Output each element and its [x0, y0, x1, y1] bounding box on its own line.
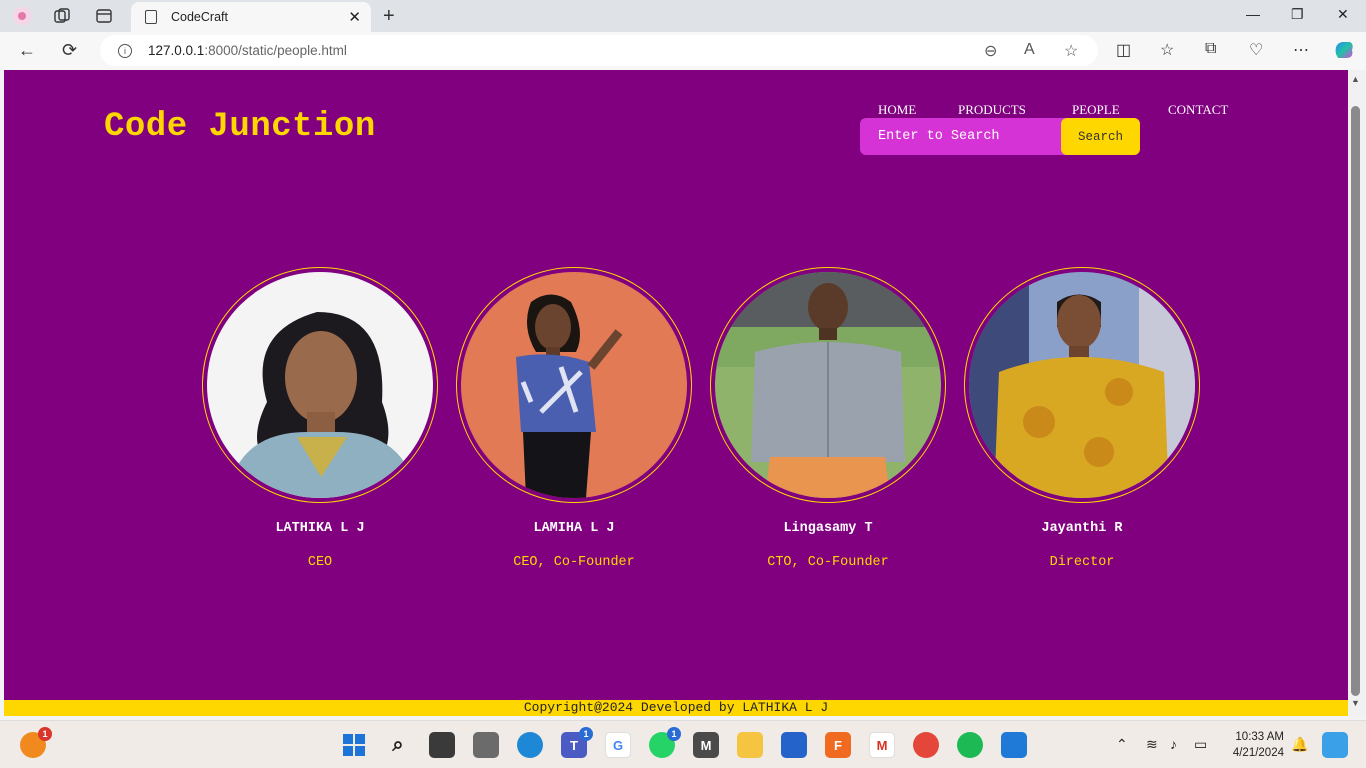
person-photo-frame: [710, 267, 946, 503]
browser-toolbar: ← ⟳ i 127.0.0.1:8000/static/people.html …: [0, 32, 1366, 70]
system-clock[interactable]: 10:33 AM 4/21/2024: [1226, 729, 1284, 761]
store-icon[interactable]: [781, 732, 807, 758]
nav-people[interactable]: PEOPLE: [1072, 102, 1120, 118]
wifi-icon[interactable]: ≋: [1146, 736, 1158, 753]
person-role: Director: [1049, 555, 1115, 570]
person-photo-frame: [964, 267, 1200, 503]
refresh-icon[interactable]: ⟳: [62, 40, 77, 61]
teams-icon[interactable]: T 1: [561, 727, 593, 758]
person-card-1: LATHIKA L J CEO: [201, 267, 439, 570]
zoom-out-icon[interactable]: ⊖: [984, 41, 997, 61]
spotify-icon[interactable]: [957, 732, 983, 758]
app-icon[interactable]: [473, 732, 499, 758]
battery-icon[interactable]: ▭: [1194, 736, 1207, 753]
edge-icon[interactable]: [517, 732, 543, 758]
more-options-icon[interactable]: ⋯: [1293, 40, 1309, 60]
page-viewport: Code Junction HOME PRODUCTS PEOPLE CONTA…: [4, 70, 1348, 716]
person-photo-1: [207, 272, 433, 498]
task-view-icon[interactable]: [429, 732, 455, 758]
m-app-icon[interactable]: M: [693, 732, 719, 758]
person-photo-frame: [202, 267, 438, 503]
nav-products[interactable]: PRODUCTS: [958, 102, 1026, 118]
vertical-tabs-icon[interactable]: [94, 6, 114, 26]
whatsapp-icon[interactable]: 1: [649, 727, 681, 758]
gmail-icon[interactable]: M: [869, 732, 895, 758]
whatsapp-badge: 1: [667, 727, 681, 741]
url-path: :8000/static/people.html: [204, 43, 347, 58]
person-card-3: Lingasamy T CTO, Co-Founder: [709, 267, 947, 570]
collections-icon[interactable]: ⧉: [1205, 40, 1216, 58]
copilot-taskbar-icon[interactable]: [1322, 732, 1348, 758]
address-bar[interactable]: i 127.0.0.1:8000/static/people.html ⊖ A …: [100, 35, 1098, 66]
clock-date: 4/21/2024: [1232, 747, 1284, 759]
person-photo-3: [715, 272, 941, 498]
person-name: LAMIHA L J: [533, 521, 615, 536]
person-name: Lingasamy T: [783, 521, 873, 536]
vscode-icon[interactable]: [1001, 732, 1027, 758]
f-app-icon[interactable]: F: [825, 732, 851, 758]
notification-bell-icon[interactable]: 🔔: [1291, 736, 1308, 753]
page-scrollbar[interactable]: ▲ ▼: [1348, 70, 1366, 716]
person-card-2: LAMIHA L J CEO, Co-Founder: [455, 267, 693, 570]
person-photo-2: [461, 272, 687, 498]
url-host: 127.0.0.1: [148, 43, 205, 58]
chevron-up-icon[interactable]: ⌃: [1116, 736, 1128, 753]
page-footer: Copyright@2024 Developed by LATHIKA L J: [4, 700, 1348, 716]
person-name: Jayanthi R: [1041, 521, 1123, 536]
taskbar: 1 ⌕ T 1 G 1 M F M ⌃ ≋ ♪ ▭ 10:33 AM 4/21/…: [0, 720, 1366, 768]
close-tab-icon[interactable]: ✕: [348, 8, 361, 26]
workspaces-icon[interactable]: [52, 6, 72, 26]
chrome-icon[interactable]: [913, 732, 939, 758]
search-button[interactable]: Search: [1061, 118, 1140, 155]
profile-icon[interactable]: [12, 6, 32, 26]
close-window-icon[interactable]: ✕: [1337, 6, 1349, 23]
search-input[interactable]: [860, 118, 1060, 155]
browser-essentials-icon[interactable]: ♡: [1249, 40, 1263, 60]
start-icon[interactable]: [341, 732, 367, 758]
google-icon[interactable]: G: [605, 732, 631, 758]
minimize-icon[interactable]: —: [1246, 6, 1260, 22]
person-role: CTO, Co-Founder: [767, 555, 889, 570]
scroll-up-icon[interactable]: ▲: [1351, 74, 1360, 84]
weather-icon[interactable]: 1: [20, 727, 52, 758]
copilot-icon[interactable]: [1332, 38, 1356, 67]
person-role: CEO: [307, 555, 333, 570]
url-text: 127.0.0.1:8000/static/people.html: [148, 43, 347, 58]
nav-contact[interactable]: CONTACT: [1168, 102, 1228, 118]
scrollbar-thumb[interactable]: [1351, 106, 1360, 696]
clock-time: 10:33 AM: [1235, 731, 1284, 743]
new-tab-icon[interactable]: +: [383, 5, 395, 28]
person-card-4: Jayanthi R Director: [963, 267, 1201, 570]
site-logo[interactable]: Code Junction: [104, 108, 376, 146]
favorites-icon[interactable]: ☆: [1160, 40, 1174, 60]
person-name: LATHIKA L J: [275, 521, 365, 536]
restore-icon[interactable]: ❐: [1291, 6, 1304, 23]
volume-icon[interactable]: ♪: [1170, 736, 1177, 752]
active-tab[interactable]: CodeCraft ✕: [131, 2, 371, 32]
teams-badge: 1: [579, 727, 593, 741]
search-bar: Search: [860, 118, 1140, 155]
favorite-star-icon[interactable]: ☆: [1064, 41, 1078, 61]
person-photo-frame: [456, 267, 692, 503]
browser-tab-strip: CodeCraft ✕ + — ❐ ✕: [0, 0, 1366, 32]
file-explorer-icon[interactable]: [737, 732, 763, 758]
person-photo-4: [969, 272, 1195, 498]
split-screen-icon[interactable]: ◫: [1116, 40, 1131, 60]
page-icon: [145, 10, 157, 24]
tab-title: CodeCraft: [171, 10, 228, 24]
read-aloud-icon[interactable]: A: [1024, 41, 1035, 59]
weather-badge: 1: [38, 727, 52, 741]
site-info-icon[interactable]: i: [118, 43, 132, 58]
person-role: CEO, Co-Founder: [513, 555, 635, 570]
search-icon[interactable]: ⌕: [385, 732, 411, 758]
scroll-down-icon[interactable]: ▼: [1351, 698, 1360, 708]
back-icon[interactable]: ←: [18, 40, 36, 61]
nav-home[interactable]: HOME: [878, 102, 916, 118]
